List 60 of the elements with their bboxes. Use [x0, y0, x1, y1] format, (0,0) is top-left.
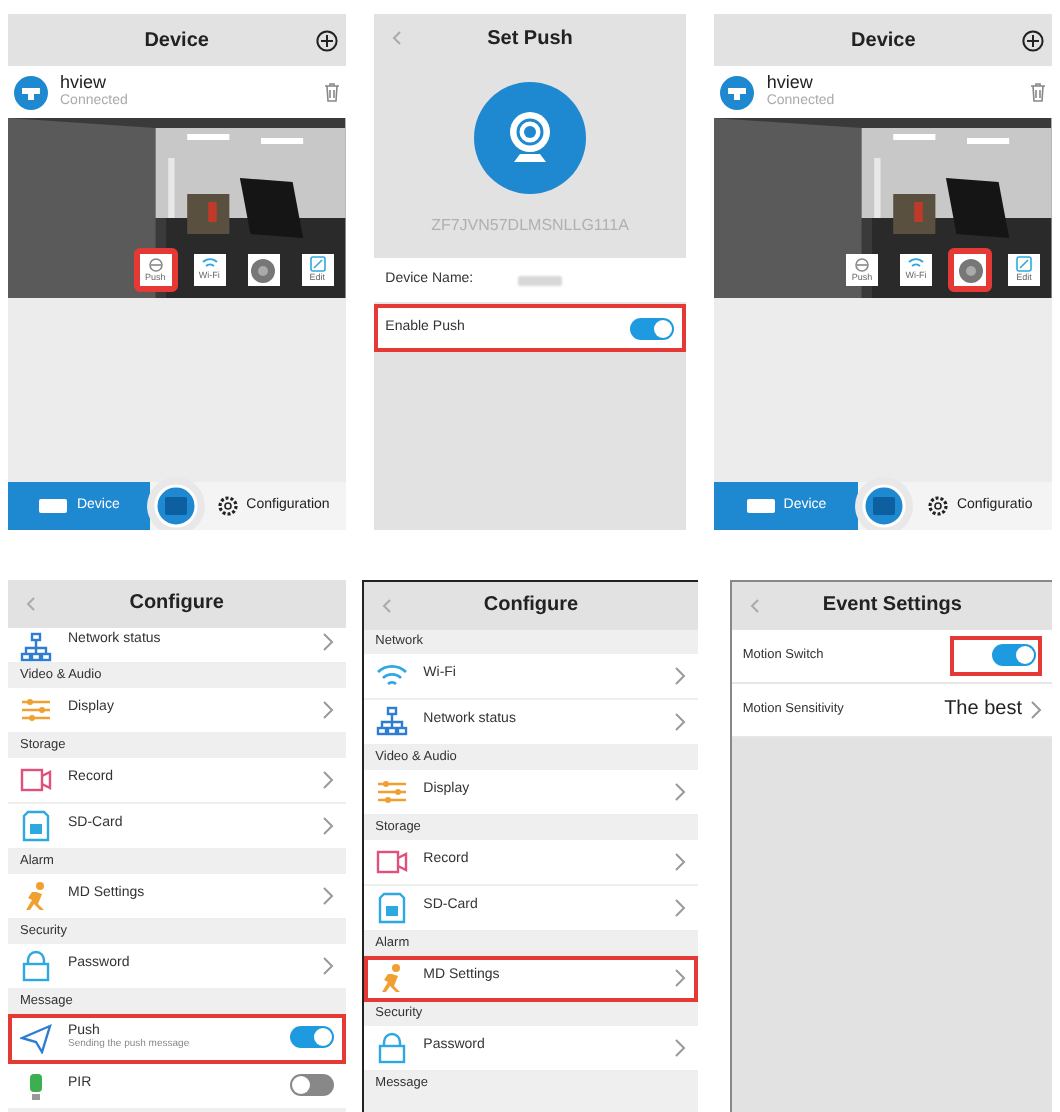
- chevron-icon: [674, 851, 687, 871]
- screen-title: Configure: [129, 590, 224, 618]
- video-camera-icon: [375, 845, 408, 877]
- wifi-icon: [201, 258, 218, 271]
- screen-title: Device: [144, 27, 209, 55]
- setting-value: The best: [944, 696, 1022, 724]
- wifi-icon: [908, 258, 924, 271]
- webcam-icon: [473, 82, 586, 194]
- chevron-icon: [321, 815, 334, 835]
- sliders-icon: [20, 693, 52, 725]
- add-icon[interactable]: [1022, 29, 1044, 51]
- network-icon: [375, 705, 408, 737]
- toggle-switch[interactable]: [289, 1074, 334, 1096]
- back-icon[interactable]: [748, 597, 765, 613]
- back-icon[interactable]: [379, 597, 396, 613]
- chevron-icon: [321, 955, 334, 975]
- screen-title: Set Push: [487, 25, 573, 53]
- trash-icon[interactable]: [1030, 82, 1046, 102]
- chevron-icon: [674, 897, 687, 917]
- toggle-switch[interactable]: [992, 644, 1036, 666]
- blurred-value: [517, 275, 562, 285]
- chevron-icon: [321, 699, 334, 719]
- toggle-switch[interactable]: [289, 1026, 334, 1048]
- network-icon: [20, 631, 52, 663]
- chevron-icon: [1030, 699, 1042, 719]
- chevron-icon: [674, 711, 687, 731]
- device-name: hview: [60, 74, 109, 93]
- back-icon[interactable]: [389, 30, 406, 46]
- screen-title: Event Settings: [822, 592, 962, 620]
- paper-plane-icon: [20, 1021, 52, 1053]
- back-icon[interactable]: [24, 595, 40, 611]
- screen-title: Device: [851, 27, 916, 55]
- sd-card-icon: [375, 891, 408, 923]
- folder-button-icon[interactable]: [146, 476, 207, 530]
- lock-icon: [20, 949, 52, 981]
- drive-icon: [38, 498, 69, 514]
- screen-title: Configure: [483, 592, 579, 620]
- toggle-switch[interactable]: [630, 317, 675, 339]
- edit-icon: [309, 256, 326, 273]
- drive-icon: [745, 498, 776, 514]
- chevron-icon: [674, 1037, 687, 1057]
- camera-avatar-icon: [720, 75, 755, 109]
- device-name: hview: [766, 74, 815, 93]
- camera-avatar-icon: [14, 75, 48, 109]
- chevron-icon: [321, 769, 334, 789]
- add-icon[interactable]: [315, 29, 338, 51]
- chevron-icon: [321, 885, 334, 905]
- chevron-icon: [321, 631, 334, 651]
- video-camera-icon: [20, 763, 52, 795]
- trash-icon[interactable]: [323, 82, 340, 102]
- chevron-icon: [674, 967, 687, 987]
- sliders-icon: [375, 775, 408, 807]
- settings-button[interactable]: [948, 248, 992, 292]
- lock-icon: [375, 1031, 408, 1063]
- folder-button-icon[interactable]: [853, 476, 914, 530]
- edit-icon: [1016, 256, 1032, 273]
- sd-card-icon: [20, 809, 52, 841]
- wifi-icon: [375, 659, 408, 691]
- chevron-icon: [674, 665, 687, 685]
- chevron-icon: [674, 781, 687, 801]
